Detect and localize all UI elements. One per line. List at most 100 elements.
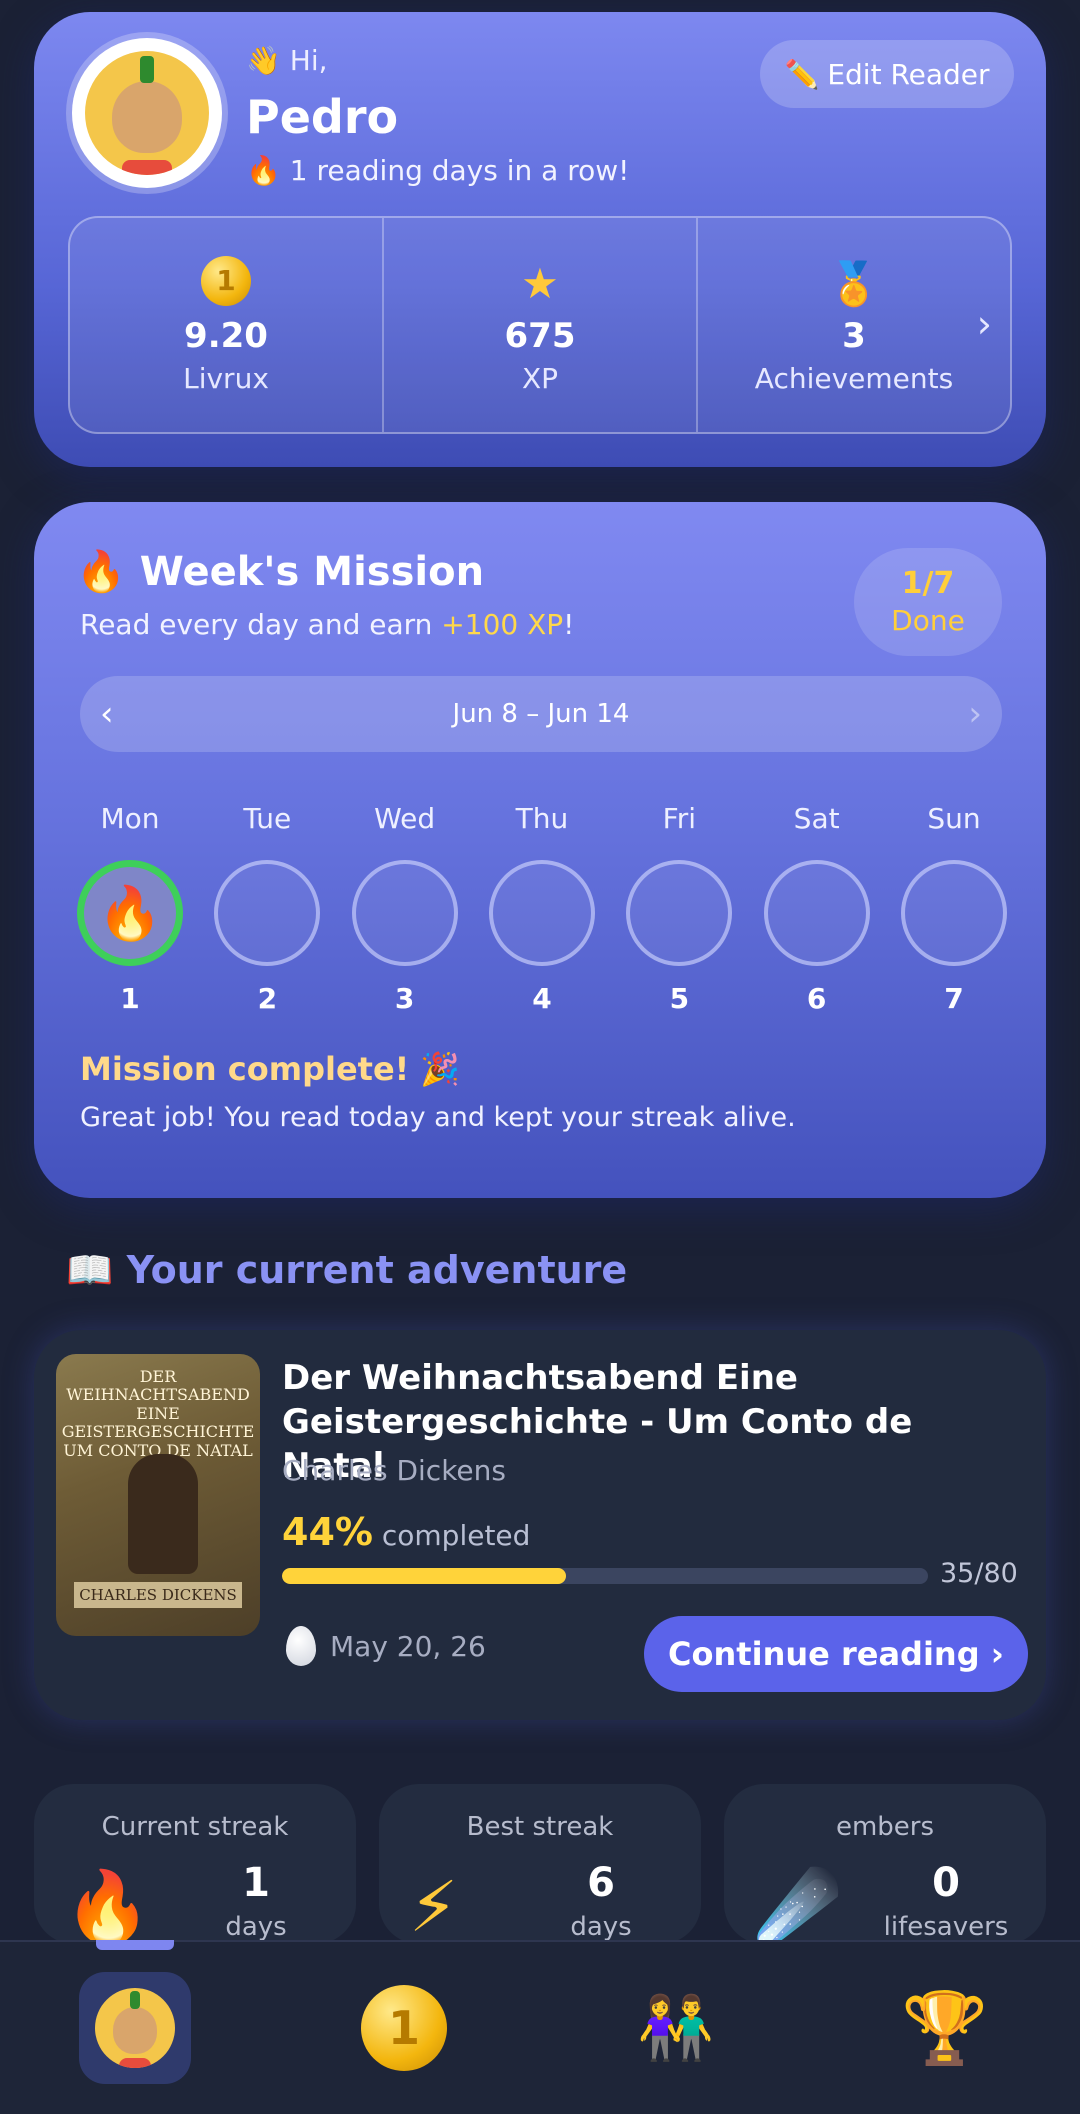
chevron-right-icon[interactable]: › xyxy=(977,302,992,346)
progress-percent: 44% completed xyxy=(282,1510,530,1554)
streak-title: Best streak xyxy=(466,1812,614,1842)
nav-friends[interactable]: 👫 xyxy=(620,1972,732,2084)
mission-subtitle: Read every day and earn +100 XP! xyxy=(80,608,574,641)
adventure-heading-text: Your current adventure xyxy=(126,1248,628,1292)
fire-icon: 🔥 xyxy=(64,1866,152,1944)
current-streak-card: Current streak 🔥 1 days xyxy=(34,1784,356,1944)
greeting: 👋 Hi, xyxy=(246,44,328,77)
trophy-icon: 🏆 xyxy=(901,1986,989,2069)
week-range: Jun 8 – Jun 14 xyxy=(452,699,630,729)
stat-value: 3 xyxy=(842,315,866,356)
week-days: Mon 🔥 1 Tue 2 Wed 3 Thu 4 Fri 5 Sat 6 Su… xyxy=(76,802,1008,1015)
coin-icon: 1 xyxy=(361,1985,447,2071)
day-circle xyxy=(214,860,321,966)
embers-card: embers ☄️ 0 lifesavers xyxy=(724,1784,1046,1944)
medal-icon: 🏅 xyxy=(827,258,881,308)
day-number: 3 xyxy=(394,982,415,1015)
mission-complete-text: Great job! You read today and kept your … xyxy=(80,1102,796,1133)
stat-value: 9.20 xyxy=(184,315,268,356)
progress-percent-label: completed xyxy=(381,1519,531,1552)
day-number: 7 xyxy=(944,982,964,1015)
reading-progress-bar xyxy=(282,1568,928,1584)
streak-unit: days xyxy=(570,1912,632,1942)
lightning-icon: ⚡ xyxy=(409,1866,459,1944)
book-cover[interactable]: DER WEIHNACHTSABEND EINE GEISTERGESCHICH… xyxy=(56,1354,260,1636)
chevron-right-icon[interactable]: › xyxy=(968,694,982,734)
nav-active-indicator xyxy=(96,1940,174,1950)
day-name: Sat xyxy=(793,802,840,835)
streak-value: 0 xyxy=(932,1860,960,1906)
day-circle-done: 🔥 xyxy=(77,860,183,966)
day-number: 1 xyxy=(120,982,140,1015)
waving-hand-icon: 👋 xyxy=(246,44,281,77)
nav-trophies[interactable]: 🏆 xyxy=(889,1972,1001,2084)
day-number: 5 xyxy=(669,982,690,1015)
mission-progress-badge: 1/7 Done xyxy=(854,548,1002,656)
stat-achievements[interactable]: 🏅 3 Achievements › xyxy=(696,218,1010,432)
day-number: 4 xyxy=(532,982,552,1015)
day-circle xyxy=(626,860,733,966)
day-name: Mon xyxy=(100,802,160,835)
day-name: Fri xyxy=(662,802,696,835)
avatar[interactable] xyxy=(72,38,222,188)
current-book-card[interactable]: DER WEIHNACHTSABEND EINE GEISTERGESCHICH… xyxy=(34,1330,1046,1720)
reader-avatar-icon xyxy=(85,51,209,175)
mission-xp-reward: +100 XP xyxy=(441,608,564,641)
cover-title: DER WEIHNACHTSABEND EINE GEISTERGESCHICH… xyxy=(61,1367,255,1460)
open-book-icon: 📖 xyxy=(66,1248,114,1292)
day-circle xyxy=(900,860,1007,966)
fire-icon: 🔥 xyxy=(97,883,163,944)
avatar-icon xyxy=(95,1988,175,2068)
reading-streak-text: 1 reading days in a row! xyxy=(289,154,630,187)
edit-reader-label: Edit Reader xyxy=(827,57,990,91)
edit-reader-button[interactable]: ✏️ Edit Reader xyxy=(760,40,1014,108)
stats-panel[interactable]: 1 9.20 Livrux ★ 675 XP 🏅 3 Achievements … xyxy=(68,216,1012,434)
book-author: Charles Dickens xyxy=(282,1454,506,1487)
reading-progress-fill xyxy=(282,1568,567,1584)
day-circle xyxy=(488,860,595,966)
stat-label: XP xyxy=(521,361,559,395)
streak-unit: lifesavers xyxy=(883,1912,1009,1942)
continue-reading-button[interactable]: Continue reading › xyxy=(644,1616,1028,1692)
day-name: Wed xyxy=(374,802,436,835)
stat-xp: ★ 675 XP xyxy=(382,218,696,432)
best-streak-card: Best streak ⚡ 6 days xyxy=(379,1784,701,1944)
day-fri: Fri 5 xyxy=(625,802,733,1015)
day-tue: Tue 2 xyxy=(213,802,321,1015)
day-wed: Wed 3 xyxy=(351,802,459,1015)
mission-progress-count: 1/7 xyxy=(901,566,955,602)
fire-icon: 🔥 xyxy=(76,549,126,595)
last-read-date: May 20, 26 xyxy=(286,1626,486,1666)
streak-value: 1 xyxy=(242,1860,270,1906)
friends-icon: 👫 xyxy=(637,1991,715,2064)
chevron-left-icon[interactable]: ‹ xyxy=(100,694,114,734)
pencil-icon: ✏️ xyxy=(784,57,820,91)
week-navigator: ‹ Jun 8 – Jun 14 › xyxy=(80,676,1002,752)
stat-value: 675 xyxy=(504,315,576,356)
streak-title: embers xyxy=(835,1812,935,1842)
mission-subtitle-text: Read every day and earn xyxy=(80,608,442,641)
day-thu: Thu 4 xyxy=(488,802,596,1015)
stat-livrux: 1 9.20 Livrux xyxy=(70,218,382,432)
cover-illustration xyxy=(128,1454,198,1574)
mission-progress-label: Done xyxy=(891,604,965,638)
reading-streak-line: 🔥 1 reading days in a row! xyxy=(246,154,629,187)
day-number: 6 xyxy=(806,982,827,1015)
page-count: 35/80 xyxy=(940,1558,1018,1589)
nav-livrux[interactable]: 1 xyxy=(348,1972,460,2084)
weekly-mission-card: 🔥 Week's Mission Read every day and earn… xyxy=(34,502,1046,1198)
fire-icon: 🔥 xyxy=(246,154,281,187)
star-icon: ★ xyxy=(521,258,559,308)
nav-profile[interactable] xyxy=(79,1972,191,2084)
day-circle xyxy=(763,860,870,966)
day-mon: Mon 🔥 1 xyxy=(76,802,184,1015)
day-number: 2 xyxy=(257,982,278,1015)
mission-title: 🔥 Week's Mission xyxy=(76,548,484,595)
day-name: Sun xyxy=(927,802,981,835)
stat-label: Livrux xyxy=(183,361,269,395)
adventure-heading: 📖 Your current adventure xyxy=(66,1248,627,1293)
profile-card: 👋 Hi, Pedro 🔥 1 reading days in a row! ✏… xyxy=(34,12,1046,467)
streak-title: Current streak xyxy=(101,1812,289,1842)
cover-author: CHARLES DICKENS xyxy=(74,1582,242,1608)
mission-complete-title: Mission complete! 🎉 xyxy=(80,1050,461,1088)
